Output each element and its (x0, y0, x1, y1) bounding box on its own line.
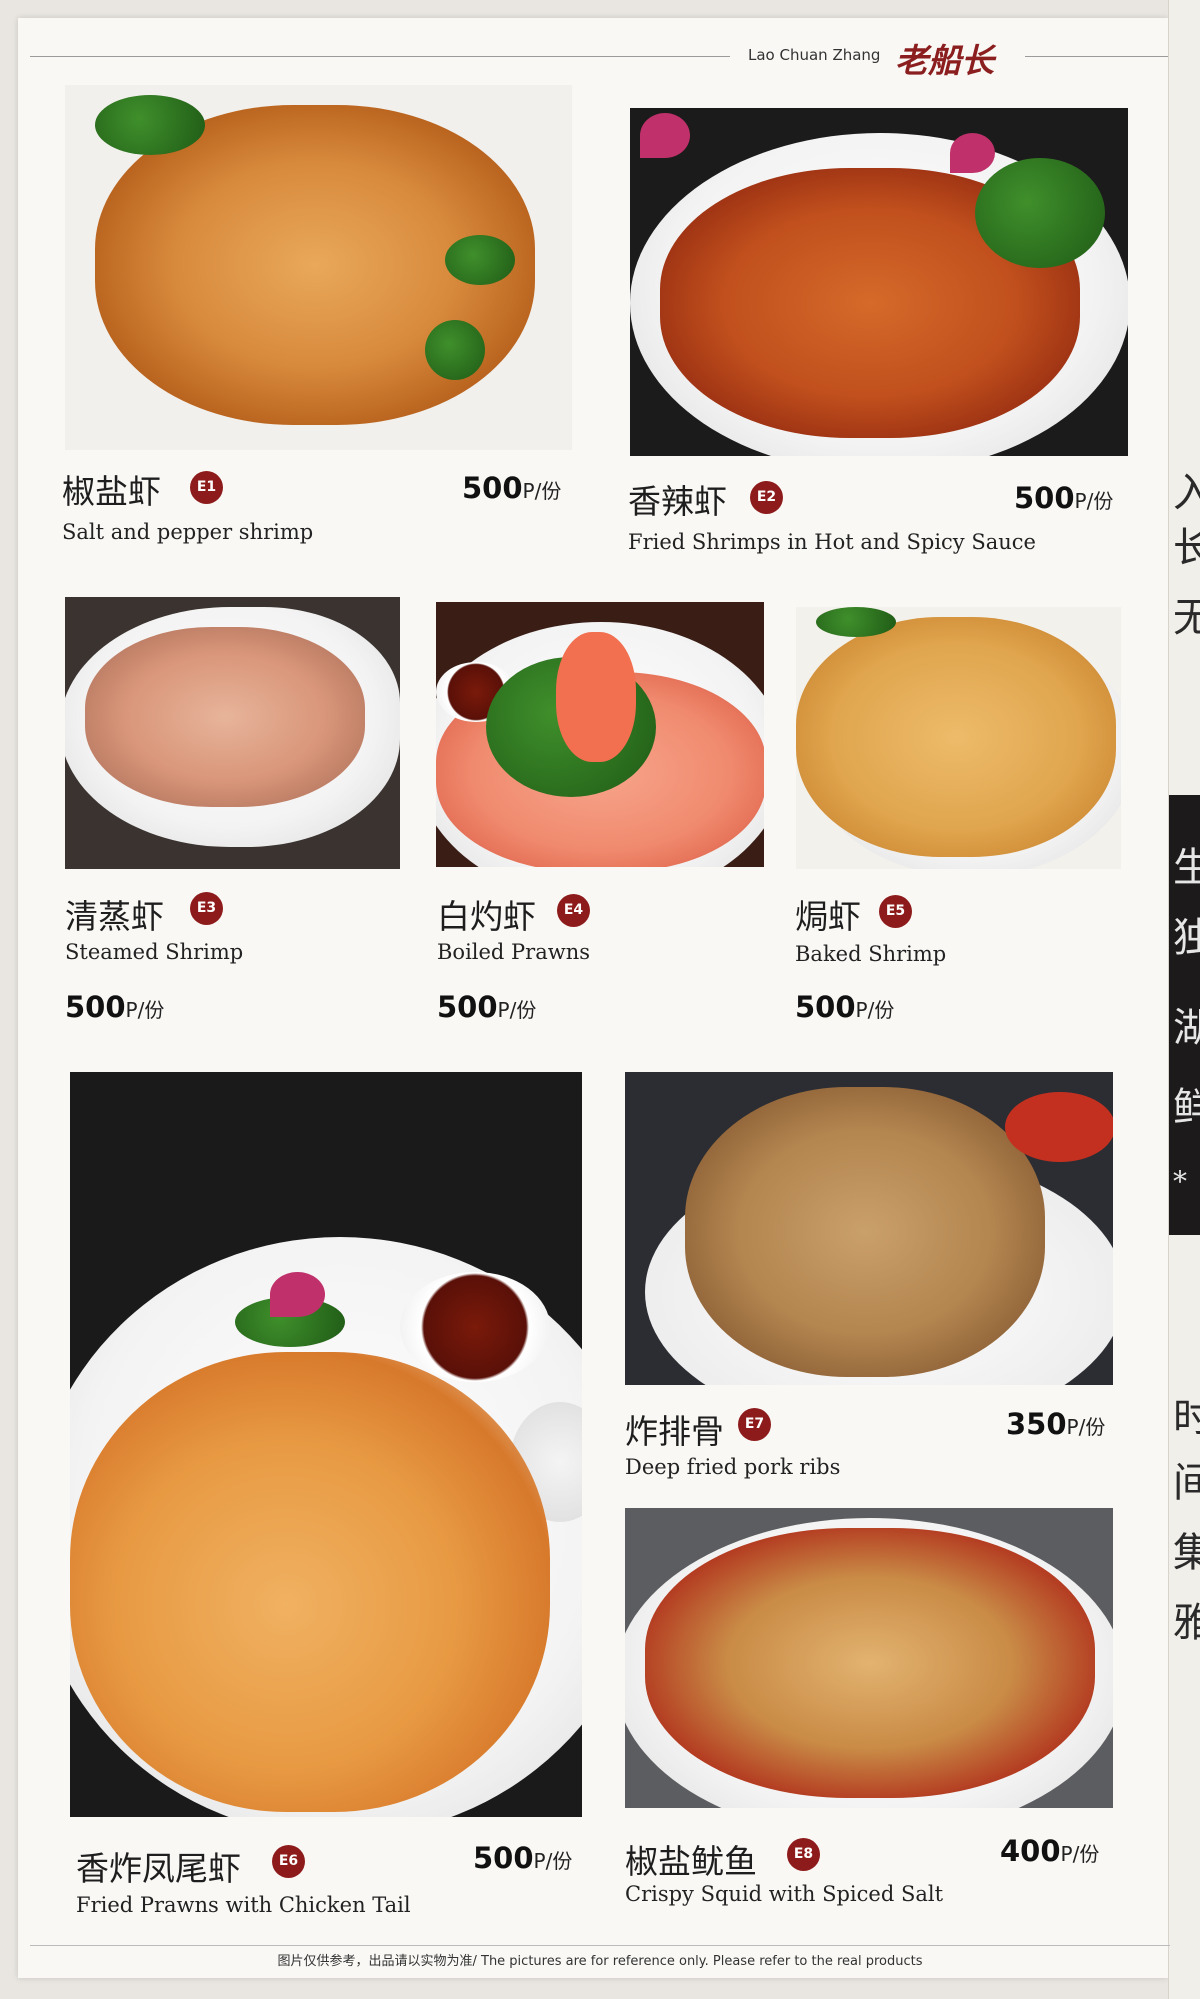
dish-code-badge: E1 (190, 471, 223, 504)
adjacent-page-edge: 入 长 无 生 独 湖 鲜 * 时 间 集 雅 (1168, 0, 1200, 1999)
dish-name-chinese: 椒盐鱿鱼 (625, 1842, 757, 1881)
dish-code-badge: E3 (190, 892, 223, 925)
dish-code-badge: E4 (557, 894, 590, 927)
dish-code-badge: E8 (787, 1838, 820, 1871)
spicy-shrimp-photo (630, 108, 1128, 456)
header-rule (30, 56, 730, 57)
price-amount: 500 (462, 471, 523, 505)
dish-name-english: Baked Shrimp (795, 942, 947, 966)
edge-char: * (1173, 1165, 1187, 1198)
dish-price: 500P/份 (437, 990, 536, 1024)
price-unit: P/份 (1066, 1415, 1106, 1439)
price-unit: P/份 (497, 998, 537, 1022)
dish-price: 500P/份 (795, 990, 894, 1024)
dish-name-chinese: 香辣虾 (628, 482, 727, 521)
boiled-prawns-photo (436, 602, 764, 867)
footer-rule (30, 1945, 1170, 1946)
dish-name-english: Boiled Prawns (437, 940, 591, 964)
price-amount: 500 (65, 990, 126, 1024)
dish-name-chinese: 香炸凤尾虾 (76, 1849, 241, 1888)
dish-name-chinese: 椒盐虾 (62, 472, 161, 511)
edge-char: 生 (1173, 845, 1200, 891)
dish-name-english: Steamed Shrimp (65, 940, 244, 964)
edge-char: 长 (1173, 525, 1200, 571)
edge-char: 时 (1173, 1395, 1200, 1441)
edge-char: 无 (1173, 595, 1200, 641)
price-unit: P/份 (1060, 1842, 1100, 1866)
price-unit: P/份 (1074, 489, 1114, 513)
pork-ribs-photo (625, 1072, 1113, 1385)
edge-char: 湖 (1173, 1005, 1200, 1051)
price-unit: P/份 (855, 998, 895, 1022)
dish-price: 350P/份 (1006, 1407, 1105, 1441)
header-rule (1025, 56, 1168, 57)
steamed-shrimp-photo (65, 597, 400, 869)
dish-price: 500P/份 (462, 471, 561, 505)
price-amount: 400 (1000, 1834, 1061, 1868)
brand-name-chinese: 老船长 (895, 41, 994, 80)
edge-char: 间 (1173, 1460, 1200, 1506)
edge-char: 雅 (1173, 1600, 1200, 1646)
spiced-squid-photo (625, 1508, 1113, 1808)
dish-name-english: Crispy Squid with Spiced Salt (625, 1882, 944, 1906)
edge-char: 集 (1173, 1530, 1200, 1576)
edge-char: 独 (1173, 915, 1200, 961)
dish-name-chinese: 炸排骨 (625, 1412, 724, 1451)
price-amount: 500 (437, 990, 498, 1024)
dish-name-english: Deep fried pork ribs (625, 1455, 841, 1479)
dish-code-badge: E6 (272, 1845, 305, 1878)
dish-price: 500P/份 (473, 1841, 572, 1875)
price-amount: 350 (1006, 1407, 1067, 1441)
price-unit: P/份 (522, 479, 562, 503)
dish-name-chinese: 白灼虾 (437, 897, 536, 936)
price-amount: 500 (795, 990, 856, 1024)
dish-name-english: Fried Prawns with Chicken Tail (76, 1893, 411, 1917)
dish-price: 500P/份 (65, 990, 164, 1024)
dish-price: 500P/份 (1014, 481, 1113, 515)
dish-code-badge: E2 (750, 481, 783, 514)
price-unit: P/份 (125, 998, 165, 1022)
price-amount: 500 (1014, 481, 1075, 515)
dish-price: 400P/份 (1000, 1834, 1099, 1868)
price-amount: 500 (473, 1841, 534, 1875)
brand-name-english: Lao Chuan Zhang (748, 46, 881, 64)
dish-name-chinese: 焗虾 (795, 897, 861, 936)
dish-name-english: Fried Shrimps in Hot and Spicy Sauce (628, 530, 1036, 554)
price-unit: P/份 (533, 1849, 573, 1873)
dish-code-badge: E7 (738, 1408, 771, 1441)
baked-shrimp-photo (796, 607, 1121, 869)
dish-code-badge: E5 (879, 895, 912, 928)
fried-prawns-photo (70, 1072, 582, 1817)
edge-char: 鲜 (1173, 1085, 1200, 1131)
edge-dark-panel: 生 独 湖 鲜 * (1169, 795, 1200, 1235)
dish-name-chinese: 清蒸虾 (65, 897, 164, 936)
dish-name-english: Salt and pepper shrimp (62, 520, 314, 544)
edge-char: 入 (1173, 470, 1200, 516)
salt-pepper-shrimp-photo (65, 85, 572, 450)
footer-disclaimer: 图片仅供参考，出品请以实物为准/ The pictures are for re… (277, 1954, 923, 1969)
